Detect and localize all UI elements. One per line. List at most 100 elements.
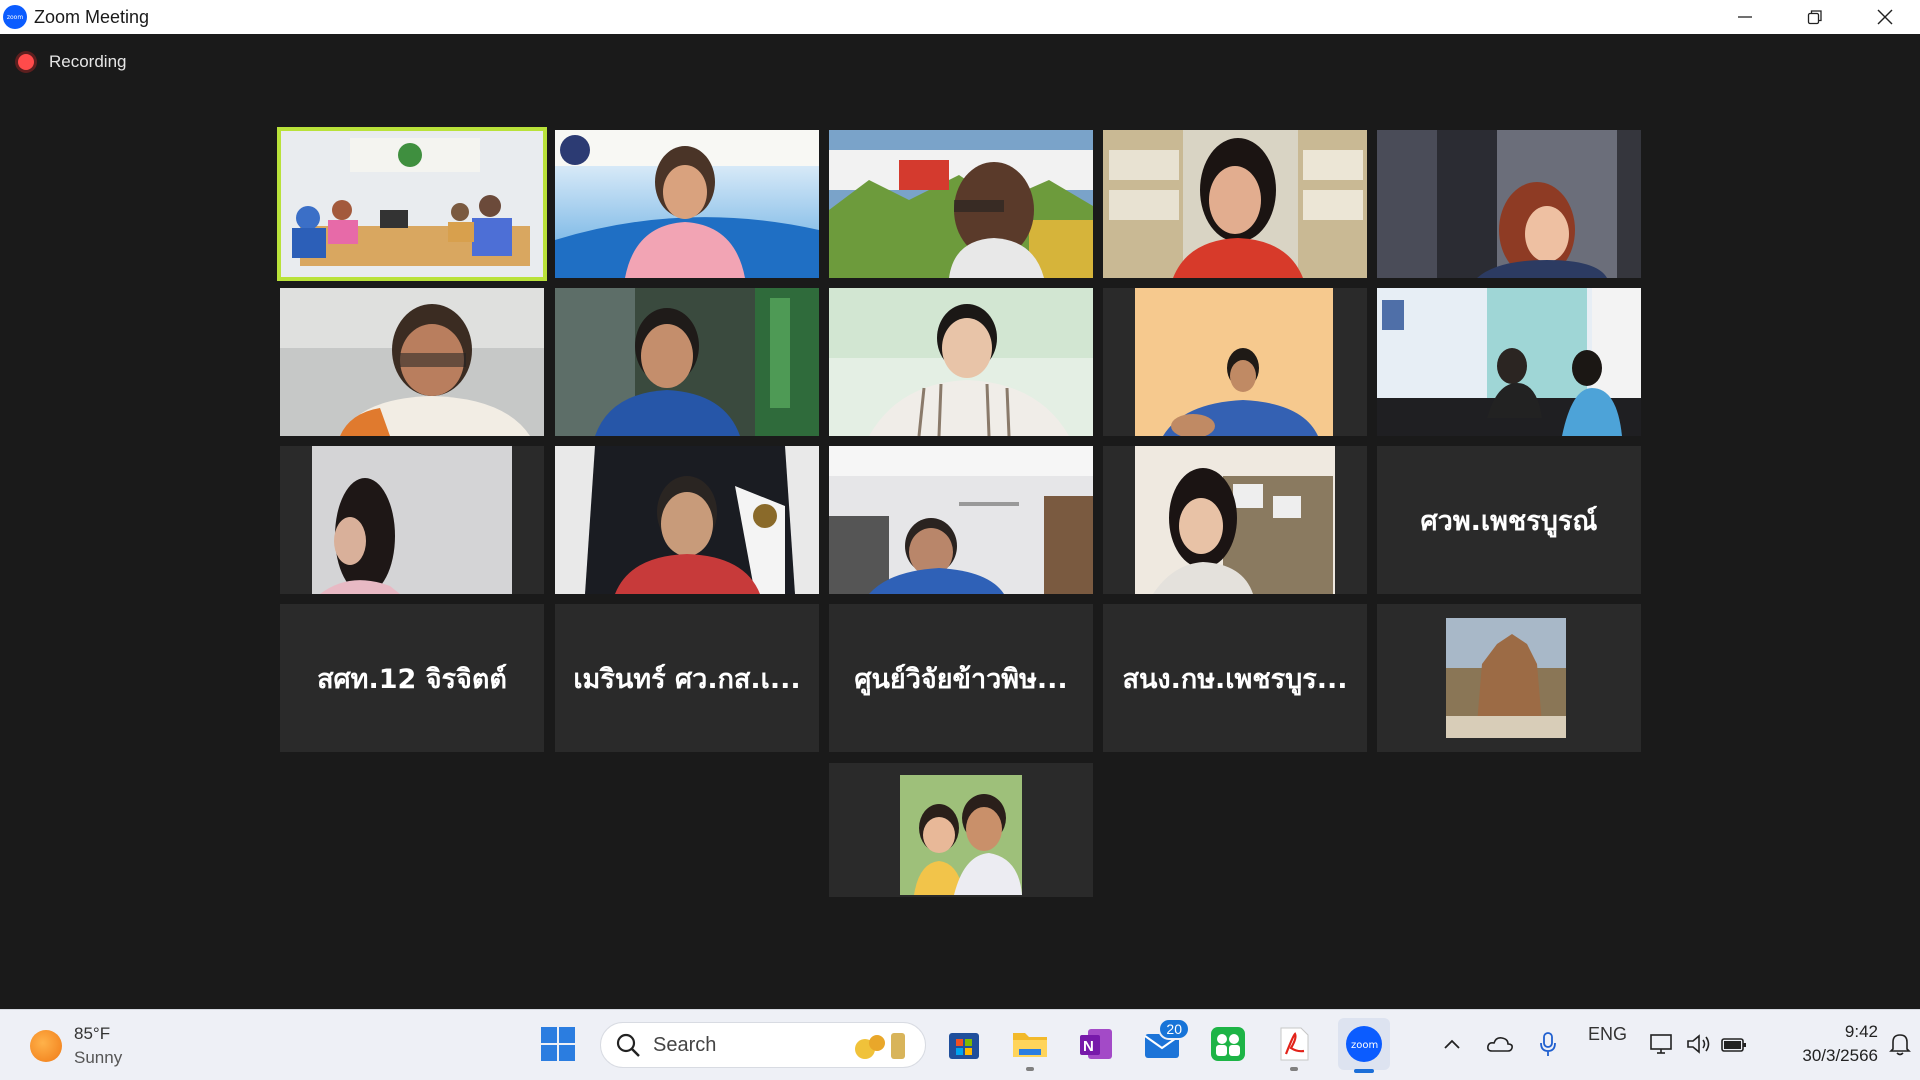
cloud-icon xyxy=(1487,1037,1513,1052)
network-icon xyxy=(1650,1034,1672,1054)
clock-date: 30/3/2566 xyxy=(1802,1046,1878,1065)
video-tile-7[interactable] xyxy=(555,288,819,436)
store-icon xyxy=(949,1033,979,1059)
clock-time: 9:42 xyxy=(1844,1022,1878,1041)
active-indicator xyxy=(1354,1069,1374,1073)
tray-onedrive-button[interactable] xyxy=(1482,1024,1518,1064)
avatar-tile-2[interactable] xyxy=(829,763,1093,897)
weather-widget[interactable]: 85°F Sunny xyxy=(30,1022,122,1070)
sun-icon xyxy=(30,1030,62,1062)
video-tile-1[interactable] xyxy=(277,127,547,281)
pdf-icon xyxy=(1280,1027,1309,1061)
taskbar-zoom-button[interactable]: zoom xyxy=(1338,1018,1390,1073)
clock[interactable]: 9:42 30/3/2566 xyxy=(1802,1020,1878,1068)
participant-video xyxy=(555,130,819,278)
participant-video xyxy=(1103,130,1367,278)
participant-name: ศูนย์วิจัยข้าวพิษ... xyxy=(854,663,1068,695)
video-tile-13[interactable] xyxy=(829,446,1093,594)
tray-overflow-button[interactable] xyxy=(1434,1024,1470,1064)
avatar xyxy=(1446,618,1566,738)
language-indicator[interactable]: ENG xyxy=(1588,1024,1627,1045)
participant-video xyxy=(555,446,819,594)
video-tile-10[interactable] xyxy=(1377,288,1641,436)
zoom-logo-icon: zoom xyxy=(3,5,27,29)
video-tile-3[interactable] xyxy=(829,130,1093,278)
name-tile-3[interactable]: เมรินทร์ ศว.กส.เ... xyxy=(555,604,819,752)
taskbar-explorer-button[interactable] xyxy=(1010,1024,1050,1071)
search-highlight-icon xyxy=(855,1033,905,1059)
notifications-button[interactable] xyxy=(1882,1024,1918,1064)
participant-video xyxy=(1377,288,1641,436)
windows-icon xyxy=(541,1027,575,1061)
people-icon xyxy=(1211,1027,1245,1061)
microphone-icon xyxy=(1540,1032,1556,1056)
search-box[interactable]: Search xyxy=(600,1022,926,1068)
taskbar: 85°F Sunny Search N 20 zoom ENG 9:42 30/… xyxy=(0,1009,1920,1080)
video-tile-14[interactable] xyxy=(1103,446,1367,594)
svg-text:N: N xyxy=(1083,1038,1094,1055)
name-tile-2[interactable]: สศท.12 จิรจิตต์ xyxy=(280,604,544,752)
name-tile-1[interactable]: ศวพ.เพชรบูรณ์ xyxy=(1377,446,1641,594)
video-tile-6[interactable] xyxy=(280,288,544,436)
weather-temp: 85°F xyxy=(74,1024,111,1043)
avatar xyxy=(900,775,1022,895)
mail-badge: 20 xyxy=(1158,1018,1190,1040)
taskbar-line-button[interactable] xyxy=(1208,1024,1248,1064)
recording-dot-icon xyxy=(18,54,34,70)
minimize-icon xyxy=(1738,16,1752,18)
restore-icon xyxy=(1807,10,1822,25)
start-button[interactable] xyxy=(538,1024,578,1064)
participant-video xyxy=(1103,288,1367,436)
video-tile-2[interactable] xyxy=(555,130,819,278)
svg-text:zoom: zoom xyxy=(1351,1040,1378,1051)
meeting-area: Recording ศวพ.เพชรบูรณ์ สศท.12 จิรจิตต์ … xyxy=(0,34,1920,1009)
battery-icon xyxy=(1721,1038,1746,1052)
zoom-app-icon: zoom xyxy=(1346,1026,1382,1062)
avatar-tile-1[interactable] xyxy=(1377,604,1641,752)
window-title: Zoom Meeting xyxy=(34,6,150,27)
search-icon xyxy=(616,1033,640,1057)
close-icon xyxy=(1877,9,1893,25)
participant-video xyxy=(280,130,544,278)
chevron-up-icon xyxy=(1444,1039,1460,1049)
participant-video xyxy=(280,446,544,594)
volume-icon xyxy=(1687,1034,1710,1054)
search-placeholder: Search xyxy=(653,1033,717,1056)
tray-battery-button[interactable] xyxy=(1716,1024,1752,1064)
video-tile-12[interactable] xyxy=(555,446,819,594)
participant-video xyxy=(829,446,1093,594)
weather-condition: Sunny xyxy=(74,1048,123,1067)
participant-video xyxy=(280,288,544,436)
participant-name: สศท.12 จิรจิตต์ xyxy=(317,663,507,695)
participant-video xyxy=(555,288,819,436)
notification-bell-icon xyxy=(1889,1034,1911,1056)
video-tile-8[interactable] xyxy=(829,288,1093,436)
window-controls xyxy=(1710,0,1920,34)
participant-video xyxy=(1377,130,1641,278)
name-tile-5[interactable]: สนง.กษ.เพชรบูร... xyxy=(1103,604,1367,752)
video-tile-11[interactable] xyxy=(280,446,544,594)
running-indicator xyxy=(1290,1067,1298,1071)
tray-volume-button[interactable] xyxy=(1680,1024,1716,1064)
minimize-button[interactable] xyxy=(1710,0,1780,34)
video-tile-4[interactable] xyxy=(1103,130,1367,278)
taskbar-mail-button[interactable]: 20 xyxy=(1142,1018,1190,1064)
weather-text: 85°F Sunny xyxy=(74,1022,122,1070)
video-tile-9[interactable] xyxy=(1103,288,1367,436)
participant-video xyxy=(829,288,1093,436)
taskbar-store-button[interactable] xyxy=(944,1024,984,1064)
taskbar-acrobat-button[interactable] xyxy=(1274,1024,1314,1071)
name-tile-4[interactable]: ศูนย์วิจัยข้าวพิษ... xyxy=(829,604,1093,752)
onenote-icon: N xyxy=(1080,1029,1112,1059)
recording-indicator[interactable]: Recording xyxy=(18,52,127,72)
tray-network-button[interactable] xyxy=(1644,1024,1680,1064)
participant-name: ศวพ.เพชรบูรณ์ xyxy=(1420,505,1598,537)
video-tile-5[interactable] xyxy=(1377,130,1641,278)
running-indicator xyxy=(1026,1067,1034,1071)
folder-icon xyxy=(1013,1033,1047,1057)
title-bar: zoom Zoom Meeting xyxy=(0,0,1920,34)
taskbar-onenote-button[interactable]: N xyxy=(1076,1024,1116,1064)
close-button[interactable] xyxy=(1850,0,1920,34)
restore-button[interactable] xyxy=(1780,0,1850,34)
tray-mic-button[interactable] xyxy=(1530,1024,1566,1064)
